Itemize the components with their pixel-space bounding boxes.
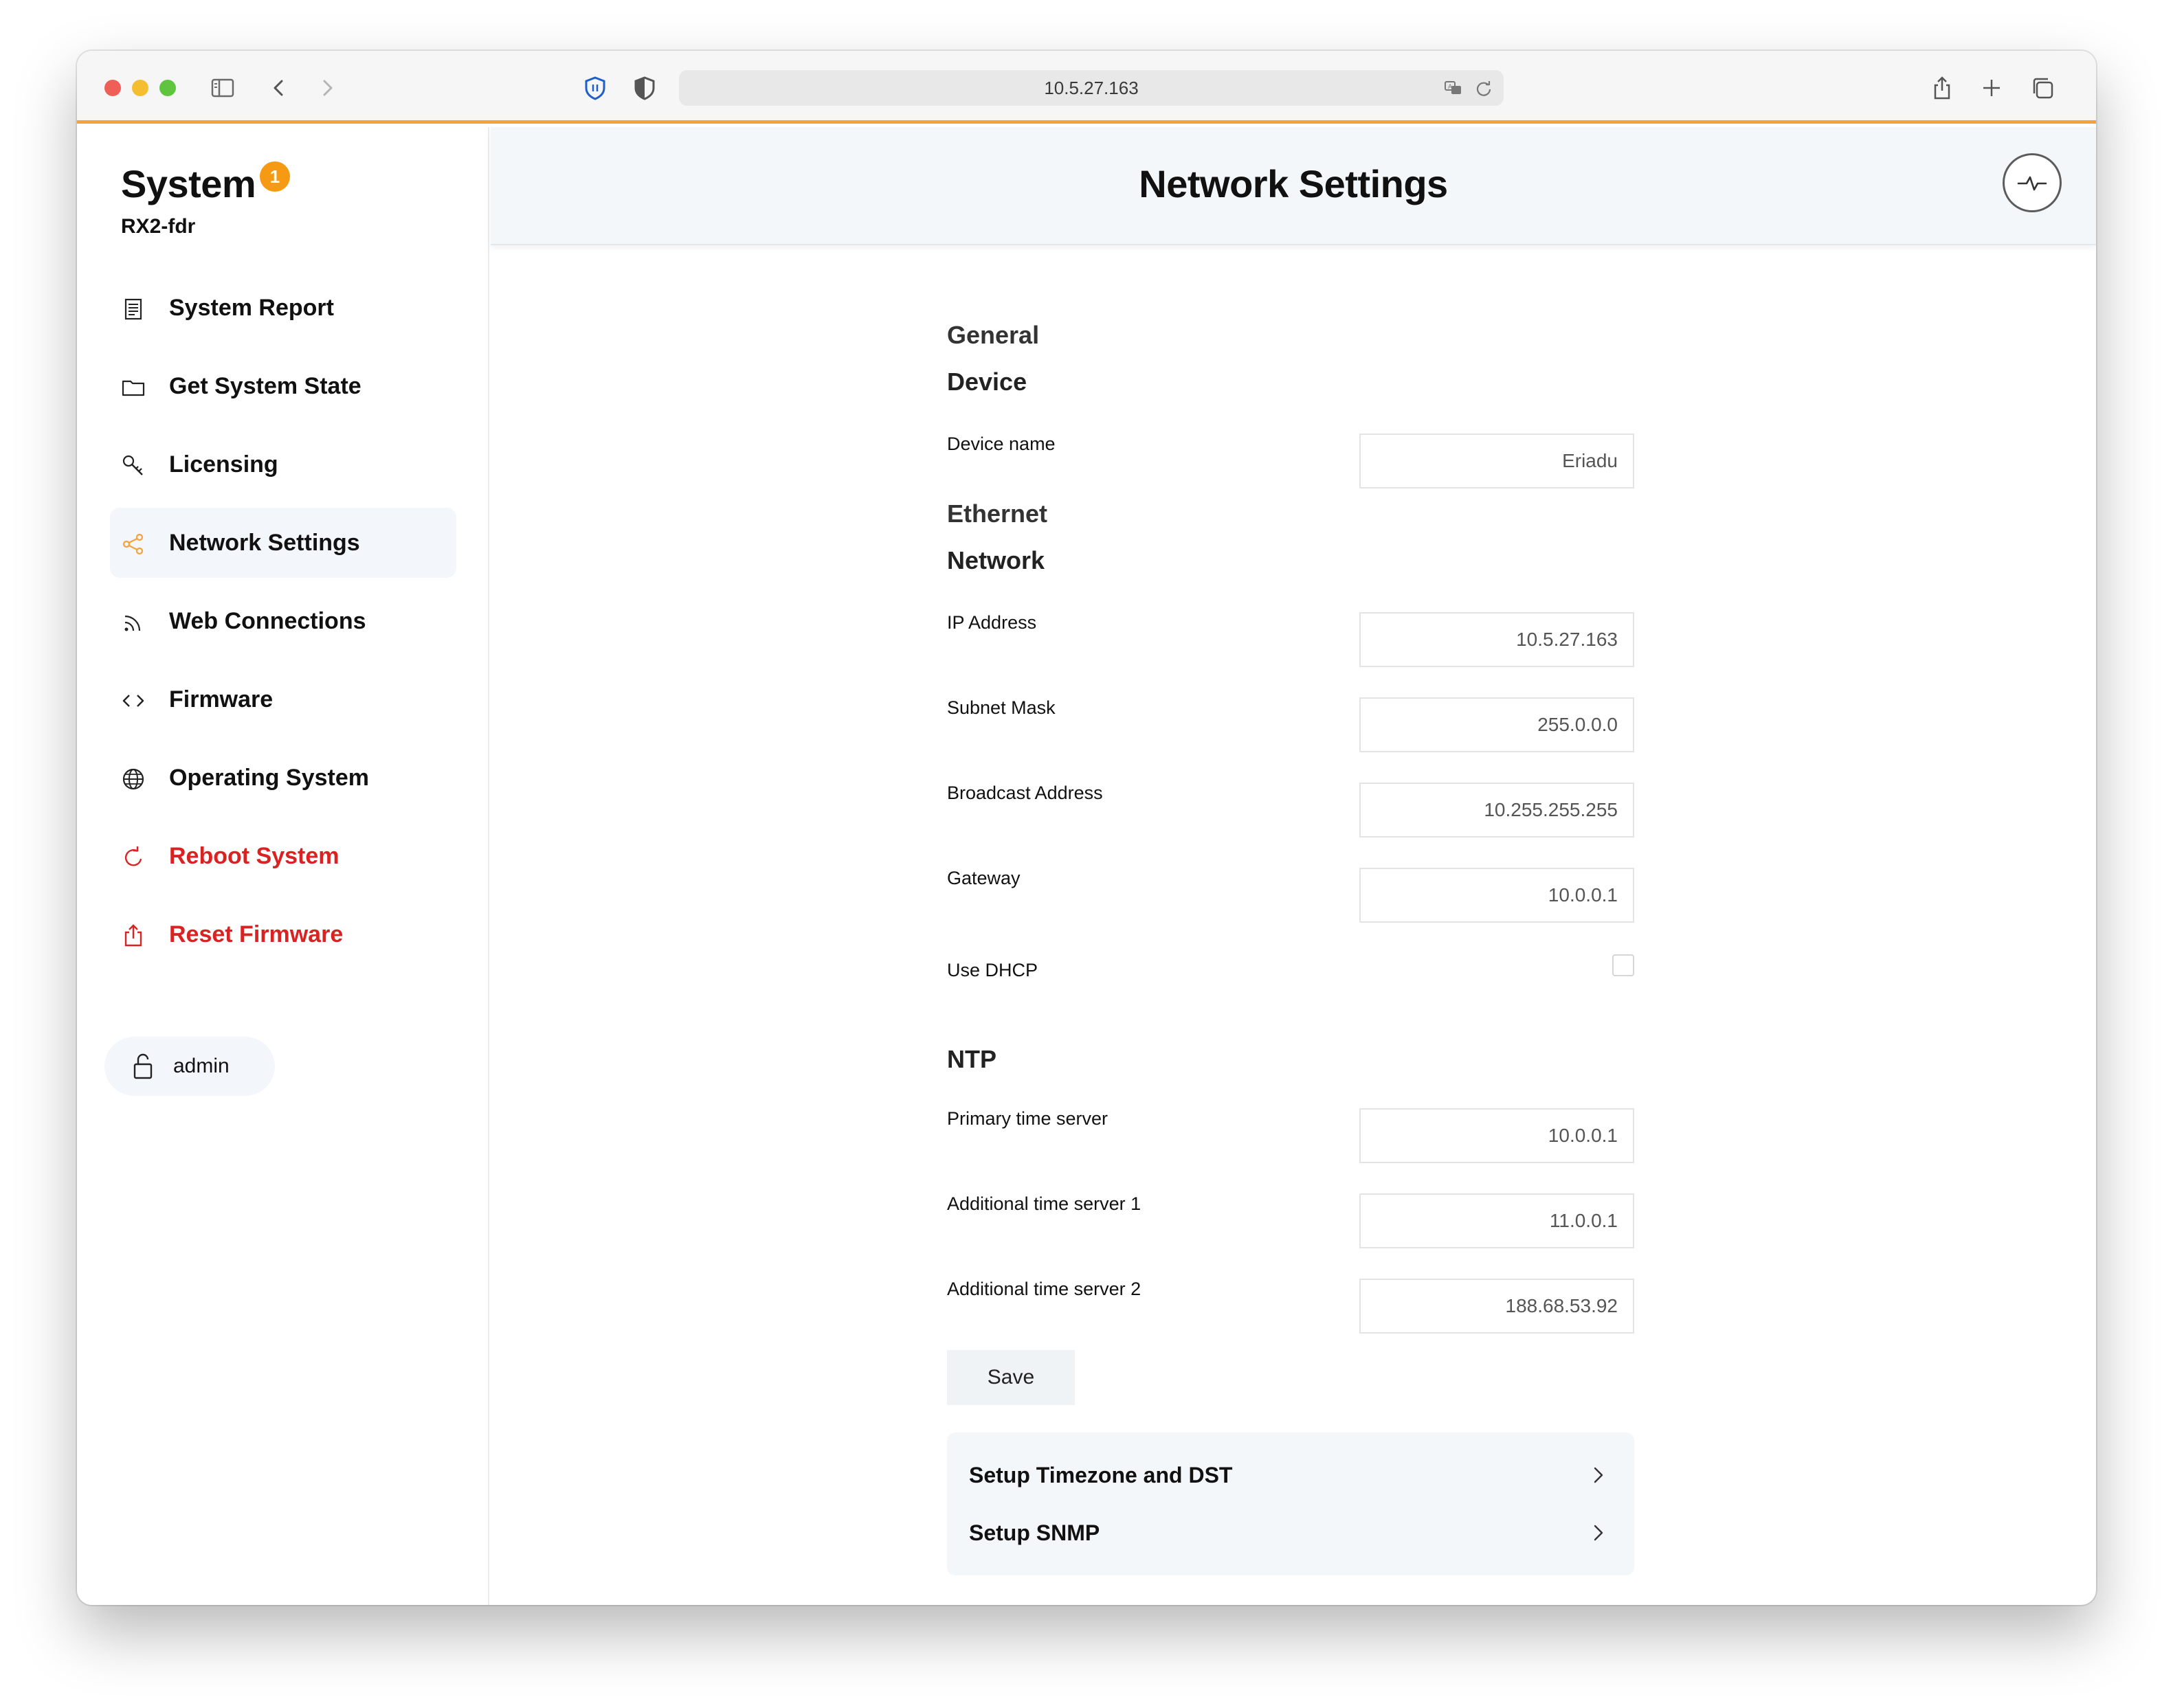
sidebar-title: System: [121, 162, 256, 205]
privacy-shield-icon[interactable]: [628, 71, 661, 104]
settings-links-card: Setup Timezone and DST Setup SNMP: [947, 1432, 1634, 1575]
section-network: Network: [947, 546, 1045, 574]
folder-icon: [120, 374, 147, 401]
save-button[interactable]: Save: [947, 1350, 1075, 1405]
share-icon[interactable]: [1926, 71, 1959, 104]
zoom-window-button[interactable]: [159, 80, 176, 96]
use-dhcp-checkbox[interactable]: [1612, 954, 1634, 976]
sidebar-item-operating-system[interactable]: Operating System: [110, 743, 456, 813]
sidebar-item-label: Licensing: [169, 451, 278, 477]
password-manager-icon[interactable]: [579, 71, 612, 104]
section-device: Device: [947, 368, 1027, 396]
sidebar-item-system-report[interactable]: System Report: [110, 273, 456, 343]
section-general: General: [947, 321, 1040, 349]
section-ethernet: Ethernet: [947, 499, 1048, 528]
device-subtitle: RX2-fdr: [121, 215, 196, 238]
sidebar-item-label: Firmware: [169, 686, 274, 712]
use-dhcp-label: Use DHCP: [947, 960, 1038, 980]
key-icon: [120, 452, 147, 480]
link-label: Setup SNMP: [969, 1520, 1100, 1545]
primary-time-server-field[interactable]: [1359, 1108, 1634, 1163]
page-header: Network Settings: [491, 127, 2096, 245]
sidebar-item-label: Reset Firmware: [169, 921, 344, 947]
setup-snmp-link[interactable]: Setup SNMP: [947, 1504, 1634, 1562]
upload-icon: [120, 922, 147, 949]
gateway-label: Gateway: [947, 868, 1021, 888]
minimize-window-button[interactable]: [132, 80, 148, 96]
additional-time-server-1-field[interactable]: [1359, 1193, 1634, 1248]
chevron-right-icon: [1587, 1464, 1609, 1486]
reload-icon: [120, 844, 147, 871]
new-tab-icon[interactable]: [1975, 71, 2008, 104]
additional-time-server-2-label: Additional time server 2: [947, 1279, 1141, 1299]
browser-toolbar: 10.5.27.163 A: [77, 51, 2096, 124]
chevron-right-icon: [1587, 1522, 1609, 1544]
sidebar-item-label: Network Settings: [169, 529, 360, 556]
forward-icon[interactable]: [311, 71, 344, 104]
sidebar-item-label: Reboot System: [169, 842, 339, 869]
sidebar-item-reset-firmware[interactable]: Reset Firmware: [110, 899, 456, 969]
ip-address-label: IP Address: [947, 612, 1037, 633]
additional-time-server-2-field[interactable]: [1359, 1279, 1634, 1334]
subnet-mask-label: Subnet Mask: [947, 697, 1056, 718]
primary-time-server-label: Primary time server: [947, 1108, 1108, 1129]
sidebar-item-licensing[interactable]: Licensing: [110, 429, 456, 499]
tab-overview-icon[interactable]: [2026, 71, 2059, 104]
sidebar: System 1 RX2-fdr System Report Get Syste…: [77, 127, 489, 1605]
page-title: Network Settings: [1139, 162, 1448, 205]
link-label: Setup Timezone and DST: [969, 1462, 1233, 1487]
code-icon: [120, 687, 147, 715]
unlock-icon: [129, 1052, 157, 1081]
share-network-icon: [120, 530, 147, 558]
ip-address-field[interactable]: [1359, 612, 1634, 667]
broadcast-address-field[interactable]: [1359, 783, 1634, 838]
globe-icon: [120, 765, 147, 793]
username-label: admin: [173, 1055, 230, 1077]
sidebar-item-reboot-system[interactable]: Reboot System: [110, 821, 456, 891]
broadcast-address-label: Broadcast Address: [947, 783, 1103, 803]
back-icon[interactable]: [263, 71, 296, 104]
sidebar-item-label: Get System State: [169, 372, 361, 399]
svg-text:A: A: [1448, 84, 1453, 91]
device-name-field[interactable]: [1359, 434, 1634, 488]
sidebar-item-label: Web Connections: [169, 607, 366, 634]
section-ntp: NTP: [947, 1045, 996, 1073]
subnet-mask-field[interactable]: [1359, 697, 1634, 752]
sidebar-item-network-settings[interactable]: Network Settings: [110, 508, 456, 578]
setup-timezone-link[interactable]: Setup Timezone and DST: [947, 1446, 1634, 1504]
device-name-label: Device name: [947, 434, 1056, 454]
activity-button[interactable]: [2003, 153, 2062, 212]
pulse-icon: [2017, 176, 2047, 191]
sidebar-item-web-connections[interactable]: Web Connections: [110, 586, 456, 656]
reload-icon[interactable]: [1472, 76, 1495, 100]
sidebar-item-label: Operating System: [169, 764, 369, 791]
sidebar-nav: System Report Get System State Licensing…: [110, 273, 456, 978]
sidebar-item-get-system-state[interactable]: Get System State: [110, 351, 456, 421]
user-account-button[interactable]: admin: [104, 1037, 275, 1096]
browser-window: 10.5.27.163 A System 1 RX2-fdr System Re…: [77, 51, 2096, 1605]
notification-badge[interactable]: 1: [260, 161, 290, 192]
rss-icon: [120, 609, 147, 636]
document-icon: [120, 295, 147, 323]
sidebar-item-label: System Report: [169, 294, 334, 321]
additional-time-server-1-label: Additional time server 1: [947, 1193, 1141, 1214]
translate-icon[interactable]: A: [1442, 76, 1465, 100]
close-window-button[interactable]: [104, 80, 121, 96]
url-text[interactable]: 10.5.27.163: [679, 70, 1504, 106]
gateway-field[interactable]: [1359, 868, 1634, 923]
sidebar-item-firmware[interactable]: Firmware: [110, 664, 456, 734]
sidebar-toggle-icon[interactable]: [206, 71, 239, 104]
address-bar[interactable]: 10.5.27.163 A: [679, 70, 1504, 106]
